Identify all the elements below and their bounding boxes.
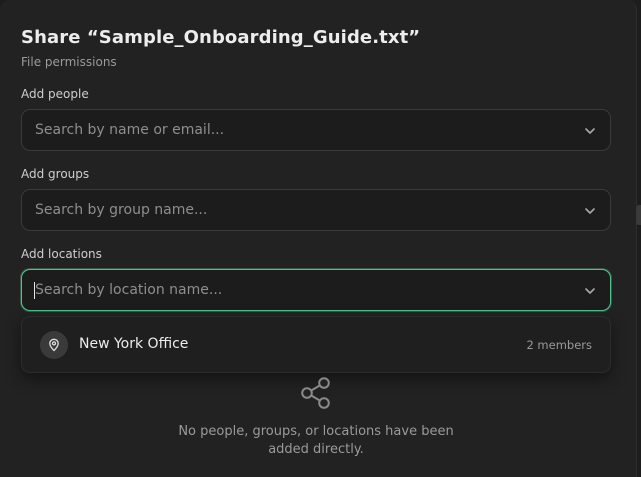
add-groups-label: Add groups bbox=[21, 167, 90, 181]
add-groups-input[interactable]: Search by group name... bbox=[21, 189, 611, 231]
location-suggestions-dropdown: New York Office 2 members bbox=[21, 316, 611, 373]
chevron-down-icon[interactable] bbox=[584, 285, 596, 297]
location-pin-icon bbox=[40, 331, 68, 359]
add-locations-placeholder: Search by location name... bbox=[35, 282, 223, 298]
add-locations-input[interactable]: Search by location name... bbox=[21, 269, 611, 311]
add-locations-label: Add locations bbox=[21, 247, 102, 261]
dialog-subtitle: File permissions bbox=[21, 55, 117, 69]
location-option-name: New York Office bbox=[79, 336, 189, 352]
add-people-placeholder: Search by name or email... bbox=[35, 122, 225, 138]
add-groups-placeholder: Search by group name... bbox=[35, 202, 208, 218]
location-option-new-york-office[interactable]: New York Office 2 members bbox=[22, 317, 610, 372]
chevron-down-icon[interactable] bbox=[584, 125, 596, 137]
location-option-member-count: 2 members bbox=[526, 338, 592, 352]
share-icon bbox=[301, 377, 330, 409]
chevron-down-icon[interactable] bbox=[584, 205, 596, 217]
empty-state-message: No people, groups, or locations have bee… bbox=[178, 424, 454, 457]
add-people-input[interactable]: Search by name or email... bbox=[21, 109, 611, 151]
scrollbar-thumb[interactable] bbox=[636, 205, 641, 225]
text-caret bbox=[34, 282, 35, 299]
share-dialog: Share “Sample_Onboarding_Guide.txt” File… bbox=[0, 0, 637, 477]
dialog-title: Share “Sample_Onboarding_Guide.txt” bbox=[21, 27, 421, 48]
add-people-label: Add people bbox=[21, 87, 89, 101]
